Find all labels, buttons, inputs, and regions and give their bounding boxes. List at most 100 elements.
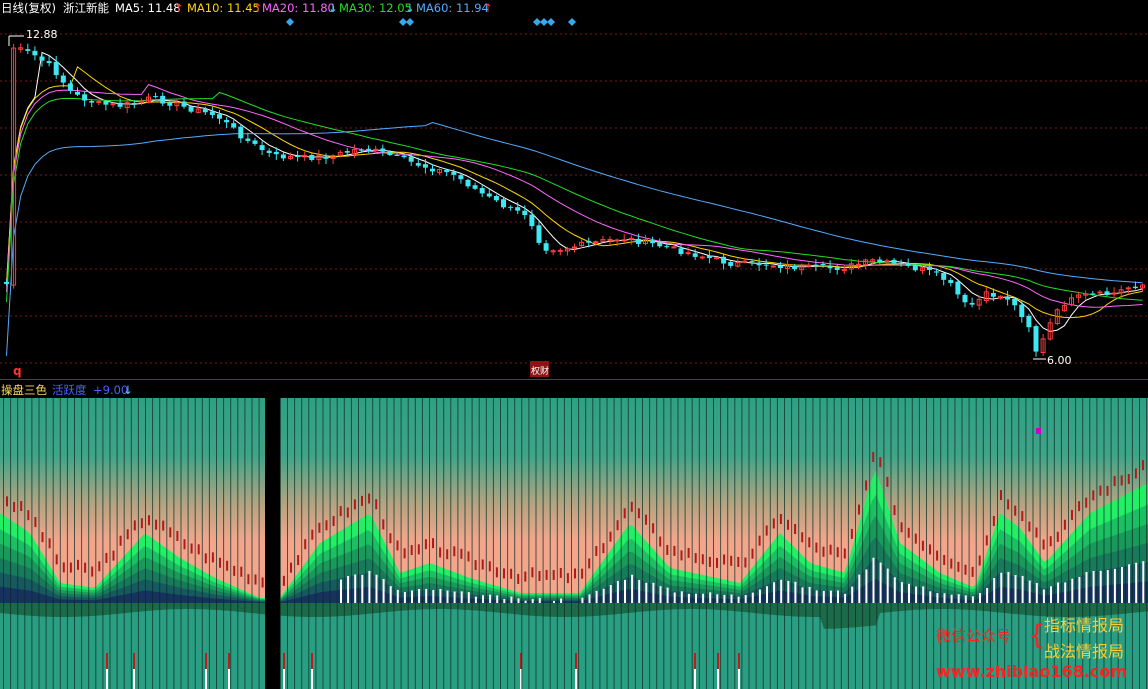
magenta-marker [1036,428,1041,434]
red-bar [794,524,797,535]
high-price-label: 12.88 [26,28,58,41]
candle-body [209,111,215,115]
white-bar [794,581,797,603]
red-bar [666,544,669,555]
white-bar [865,569,868,603]
candle-body [508,206,514,208]
red-bar [318,522,321,533]
signal-bar-red [106,653,108,669]
signal-bar-red [205,653,207,669]
candle [678,244,684,257]
signal-bar-red [133,653,135,669]
white-bar [822,590,825,603]
white-bar [553,600,555,603]
red-bar [538,571,541,582]
white-bar [1106,570,1109,603]
white-bar [1007,571,1010,603]
candle-body [699,256,705,259]
white-bar [453,591,456,603]
red-bar [1142,460,1144,471]
red-bar [971,566,974,577]
candle [75,87,80,96]
signal-bar-red [717,653,719,669]
candle-body [685,252,691,255]
red-bar [964,564,967,575]
candle-body [955,281,961,295]
red-bar [801,532,804,543]
white-bar [375,574,378,603]
candle-body [614,239,620,242]
candle [238,124,244,143]
candle [366,145,372,154]
white-bar [396,589,399,603]
white-bar [382,579,385,603]
white-bar [893,577,896,603]
candle-body [181,101,187,107]
red-bar [595,545,598,556]
candle-body [607,238,613,241]
candle-body [501,199,506,208]
candle-body [131,102,137,104]
red-bar [850,528,853,539]
watermark: 微信公众号 { 指标情报局 战法情报局 www.zhibiao168.com [936,612,1148,689]
candle [89,99,95,108]
candle [458,173,464,184]
red-bar [1099,485,1102,496]
signal-diamonds [286,18,576,26]
candle-body [635,238,641,244]
white-bar [1035,583,1038,603]
red-bar [1092,490,1095,501]
signal-diamond [540,18,548,26]
red-bar [297,555,300,566]
red-bar [219,557,221,568]
white-bar [340,579,342,603]
red-bar [382,519,385,530]
candle-body [927,266,932,270]
red-bar [233,565,236,576]
red-bar [226,560,229,571]
red-bar [716,557,718,568]
white-bar [1078,576,1081,603]
candle [572,243,577,253]
red-bar [1063,519,1066,530]
candle-body [948,279,954,283]
candle-body [1033,326,1039,352]
white-bar [531,599,534,603]
red-bar [474,560,477,571]
red-bar [460,548,463,559]
candle-body [721,256,727,264]
signal-bar-white [283,669,285,689]
period-label[interactable]: 日线(复权) [1,1,56,15]
white-bar [815,590,818,603]
red-bar [879,457,882,468]
red-bar [1085,497,1088,508]
white-bar [858,574,861,603]
event-badge: 权财 [530,361,549,377]
white-bar [1014,575,1017,603]
candle-body [1005,296,1011,300]
high-price-marker: 12.88 [8,28,58,46]
indicator-title[interactable]: 操盘三色 [1,383,47,397]
red-bar [552,569,555,580]
red-bar [723,554,726,565]
red-bar [41,532,44,543]
candle [1047,318,1053,341]
white-bar [1000,572,1003,603]
red-bar [1035,527,1038,538]
red-bar [694,553,697,564]
signal-bar-white [228,669,230,689]
candle-body [96,101,102,104]
red-bar [652,523,655,534]
candle-body [46,61,52,64]
candle-body [401,155,407,158]
red-bar [417,544,420,555]
candle [969,297,975,308]
candle [557,248,563,256]
white-bar [496,595,499,603]
red-bar [921,540,924,551]
stock-name: 浙江新能 [63,1,109,15]
candlestick-chart[interactable]: 12.88 6.00 q 权财 [0,16,1148,379]
white-bar [1135,562,1138,603]
candle [1019,300,1025,323]
red-bar [495,567,498,578]
